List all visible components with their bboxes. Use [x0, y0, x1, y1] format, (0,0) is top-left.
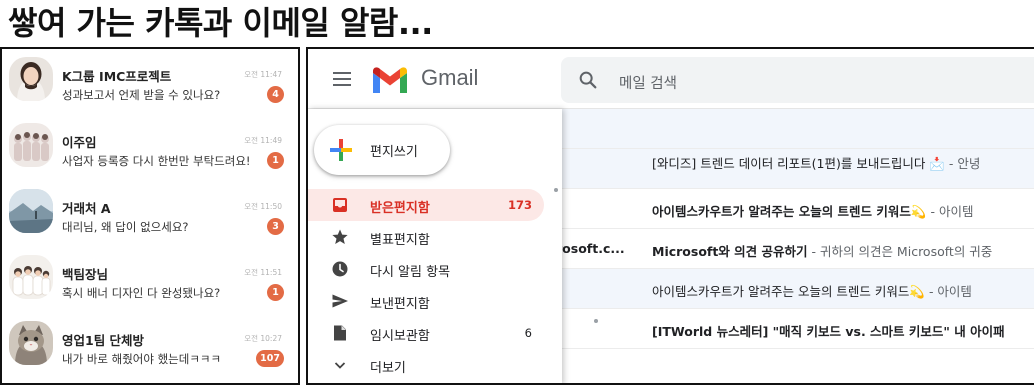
- unread-badge: 4: [267, 86, 284, 103]
- nav-label: 더보기: [370, 361, 406, 376]
- draft-icon: [334, 325, 346, 341]
- nav-drafts[interactable]: 임시보관함 6: [308, 317, 544, 349]
- mail-snippet: - 아이템: [926, 204, 974, 219]
- nav-label: 보낸편지함: [370, 297, 430, 312]
- chat-item[interactable]: 영업1팀 단체방 내가 바로 해줬어야 했는데ㅋㅋㅋ 오전 10:27 107: [2, 313, 298, 379]
- chat-last-message: 혹시 배너 디자인 다 완성됐나요?: [62, 286, 221, 300]
- chat-time: 오전 11:47: [244, 70, 282, 79]
- unread-badge: 107: [256, 350, 284, 367]
- main-menu-button[interactable]: [330, 67, 354, 91]
- landscape-avatar: [9, 189, 53, 233]
- mail-snippet: - 안녕: [944, 156, 981, 171]
- search-input[interactable]: 메일 검색: [619, 72, 677, 93]
- chat-name: 영업1팀 단체방: [62, 333, 145, 348]
- nav-snoozed[interactable]: 다시 알림 항목: [308, 253, 544, 285]
- mail-snippet: - 아이템: [924, 284, 972, 299]
- mail-preview: Microsoft와 의견 공유하기 - 귀하의 의견은 Microsoft의 …: [652, 241, 1034, 260]
- chat-time: 오전 11:51: [244, 268, 282, 277]
- group-photo-avatar: [9, 123, 53, 167]
- chat-time: 오전 10:27: [244, 334, 282, 343]
- nav-label: 임시보관함: [370, 329, 430, 344]
- chat-time: 오전 11:50: [244, 202, 282, 211]
- gmail-wordmark: Gmail: [421, 65, 479, 90]
- nav-label: 받은편지함: [370, 201, 430, 216]
- mail-subject: [와디즈] 트렌드 데이터 리포트(1편)를 보내드립니다 📩: [652, 156, 945, 171]
- chat-item[interactable]: 거래처 A 대리님, 왜 답이 없으세요? 오전 11:50 3: [2, 181, 298, 247]
- family-photo-avatar: [9, 255, 53, 299]
- clock-icon: [332, 261, 348, 277]
- mail-subject: 아이템스카우트가 알려주는 오늘의 트렌드 키워드💫: [652, 284, 925, 299]
- inbox-icon: [333, 198, 347, 212]
- row-dot: [594, 319, 598, 323]
- nav-inbox[interactable]: 받은편지함 173: [308, 189, 544, 221]
- screenshot-root: 쌓여 가는 카톡과 이메일 알람... K그룹 IMC프로젝트 성과보고서 언제…: [0, 0, 1034, 385]
- chat-last-message: 성과보고서 언제 받을 수 있나요?: [62, 88, 221, 102]
- star-icon: [332, 229, 348, 244]
- cat-avatar: [9, 321, 53, 365]
- send-icon: [332, 294, 348, 308]
- search-icon[interactable]: [577, 69, 599, 91]
- gmail-logo-icon[interactable]: [370, 65, 410, 95]
- gmail-window: Gmail 메일 검색 [와디즈] 트렌드 데이터 리포트(1편)를 보내드립니…: [306, 47, 1034, 385]
- chat-name: 이주임: [62, 135, 97, 150]
- nav-starred[interactable]: 별표편지함: [308, 221, 544, 253]
- gmail-header: Gmail 메일 검색: [308, 49, 1034, 109]
- mail-subject: [ITWorld 뉴스레터] "매직 키보드 vs. 스마트 키보드" 내 아이…: [652, 324, 1005, 339]
- nav-count: 6: [524, 326, 532, 340]
- mail-snippet: - 귀하의 의견은 Microsoft의 귀중: [807, 244, 993, 259]
- nav-sent[interactable]: 보낸편지함: [308, 285, 544, 317]
- mail-preview: [ITWorld 뉴스레터] "매직 키보드 vs. 스마트 키보드" 내 아이…: [652, 321, 1034, 340]
- plus-icon: [330, 139, 352, 161]
- mail-subject: Microsoft와 의견 공유하기: [652, 244, 808, 259]
- unread-badge: 1: [267, 284, 284, 301]
- row-dot: [554, 188, 558, 192]
- chat-item[interactable]: K그룹 IMC프로젝트 성과보고서 언제 받을 수 있나요? 오전 11:47 …: [2, 49, 298, 115]
- kakaotalk-chat-list: K그룹 IMC프로젝트 성과보고서 언제 받을 수 있나요? 오전 11:47 …: [0, 47, 300, 385]
- headline: 쌓여 가는 카톡과 이메일 알람...: [8, 4, 433, 42]
- mail-preview: [와디즈] 트렌드 데이터 리포트(1편)를 보내드립니다 📩 - 안녕: [652, 153, 1034, 172]
- compose-label: 편지쓰기: [370, 145, 418, 160]
- nav-count: 173: [507, 198, 532, 212]
- mail-sender: rosoft.c...: [556, 241, 625, 256]
- gmail-sidebar: 편지쓰기 받은편지함 173 별표편지함 다시 알림 항목 보낸편지함 임시보관…: [308, 109, 562, 383]
- search-bar[interactable]: 메일 검색: [561, 57, 1034, 103]
- chat-name: K그룹 IMC프로젝트: [62, 69, 172, 84]
- person-avatar: [9, 57, 53, 101]
- chat-last-message: 사업자 등록증 다시 한번만 부탁드려요!: [62, 154, 251, 168]
- chat-last-message: 내가 바로 해줬어야 했는데ㅋㅋㅋ: [62, 352, 222, 366]
- chat-name: 거래처 A: [62, 201, 111, 216]
- chat-item[interactable]: 백팀장님 혹시 배너 디자인 다 완성됐나요? 오전 11:51 1: [2, 247, 298, 313]
- unread-badge: 3: [267, 218, 284, 235]
- unread-badge: 1: [267, 152, 284, 169]
- chat-name: 백팀장님: [62, 267, 109, 282]
- nav-label: 다시 알림 항목: [370, 265, 451, 280]
- mail-preview: 아이템스카우트가 알려주는 오늘의 트렌드 키워드💫 - 아이템: [652, 281, 1034, 300]
- nav-label: 별표편지함: [370, 233, 430, 248]
- chat-time: 오전 11:49: [244, 136, 282, 145]
- mail-subject: 아이템스카우트가 알려주는 오늘의 트렌드 키워드💫: [652, 204, 927, 219]
- chat-item[interactable]: 이주임 사업자 등록증 다시 한번만 부탁드려요! 오전 11:49 1: [2, 115, 298, 181]
- compose-button[interactable]: 편지쓰기: [314, 125, 450, 175]
- nav-more[interactable]: 더보기: [308, 349, 544, 381]
- chat-last-message: 대리님, 왜 답이 없으세요?: [62, 220, 189, 234]
- chevron-down-icon: [334, 362, 346, 369]
- mail-preview: 아이템스카우트가 알려주는 오늘의 트렌드 키워드💫 - 아이템: [652, 201, 1034, 220]
